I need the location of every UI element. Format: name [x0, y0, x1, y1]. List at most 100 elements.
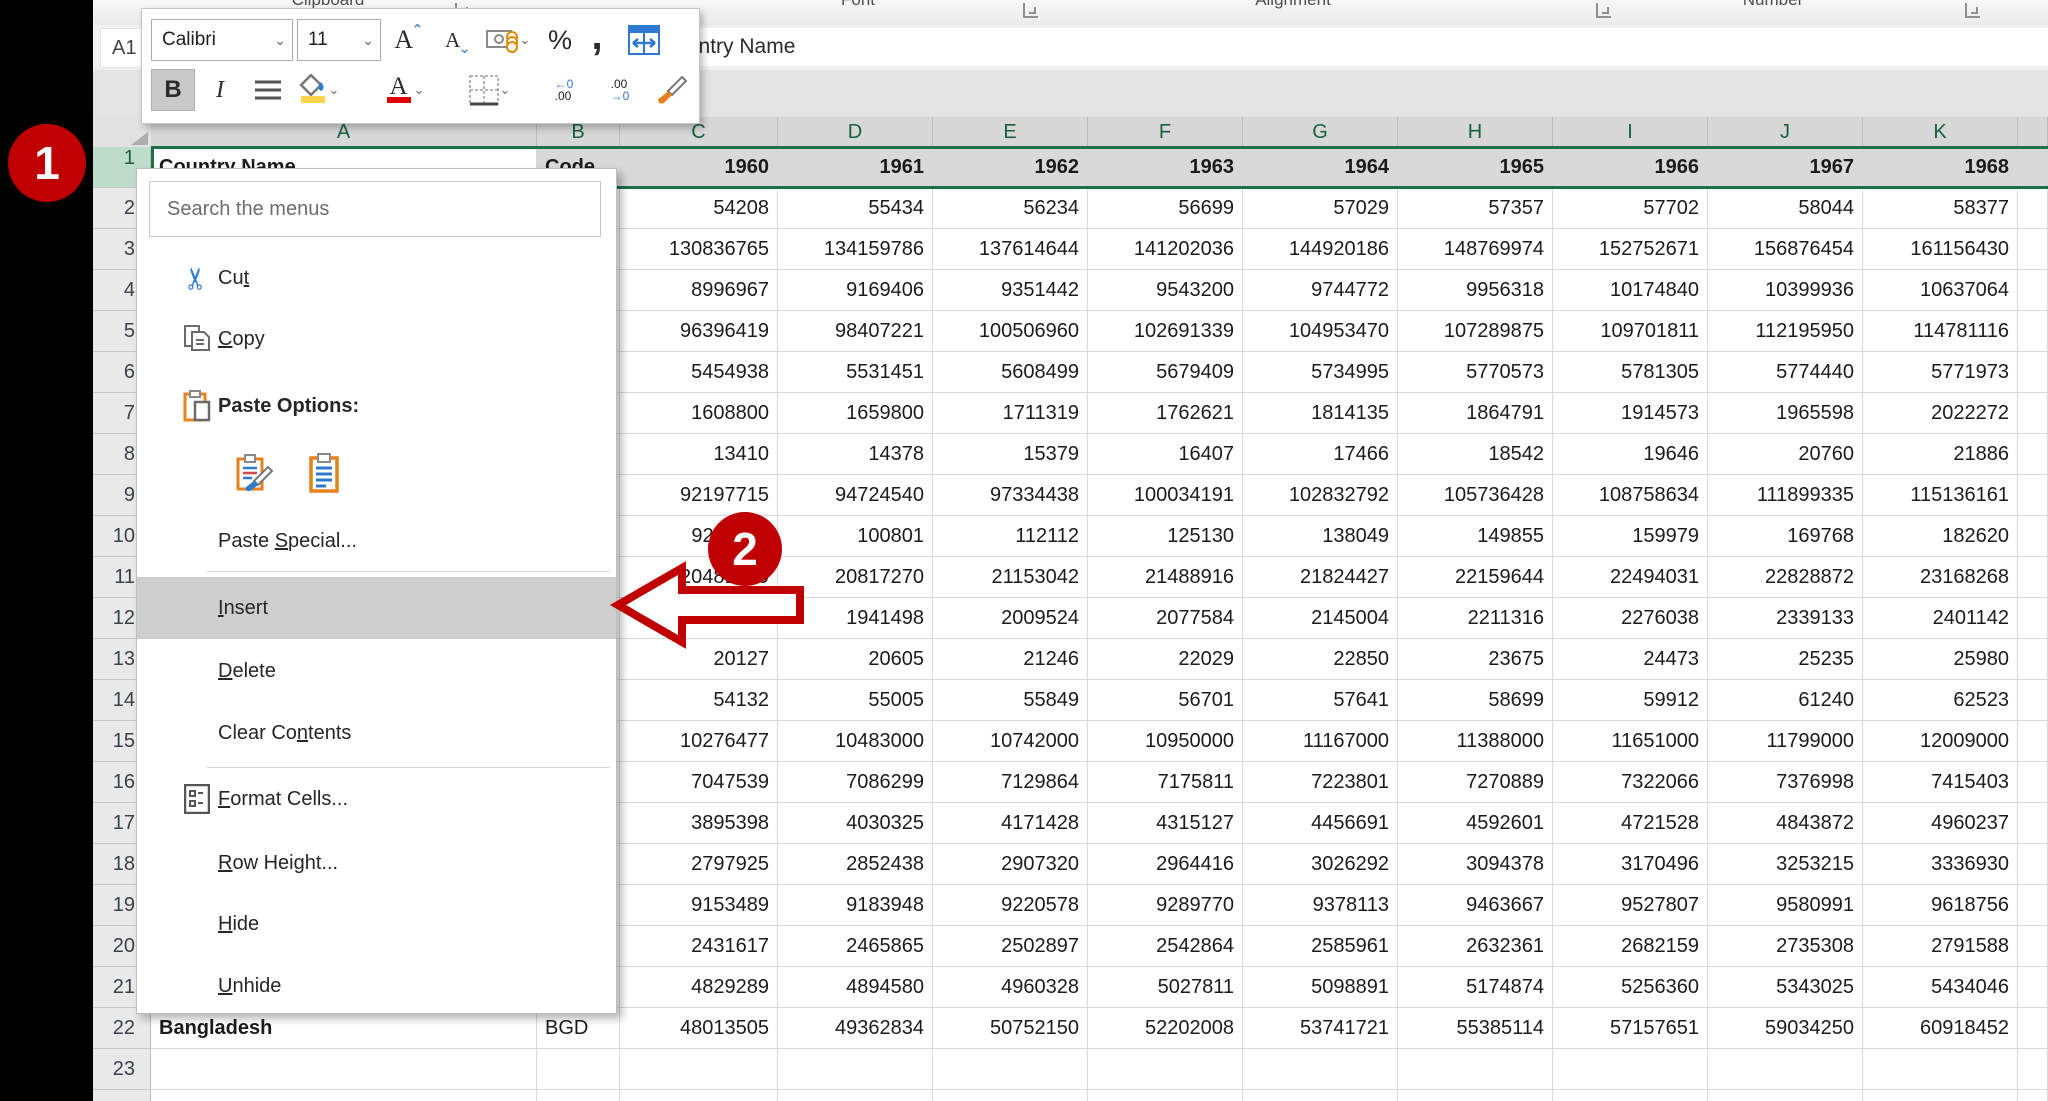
cell-value[interactable] [933, 1090, 1088, 1101]
cell-value[interactable]: 112112 [933, 516, 1088, 557]
cell-value[interactable]: 1814135 [1243, 393, 1398, 434]
menu-item-unhide[interactable]: Unhide [137, 955, 616, 1017]
cell-value[interactable]: 8996967 [620, 270, 778, 311]
cell-value[interactable]: 2791588 [1863, 926, 2018, 967]
comma-style-button[interactable]: , [582, 15, 612, 57]
cell-value[interactable]: 5771973 [1863, 352, 2018, 393]
cell-value[interactable] [1708, 1049, 1863, 1090]
cell-value[interactable]: 4960328 [933, 967, 1088, 1008]
cell-year-header[interactable]: 1965 [1398, 147, 1553, 188]
cell-value[interactable]: 21886 [1863, 434, 2018, 475]
cell-value[interactable]: 62523 [1863, 680, 2018, 721]
cell-value[interactable]: 161156430 [1863, 229, 2018, 270]
cell-value[interactable]: 10174840 [1553, 270, 1708, 311]
chevron-down-icon[interactable]: ⌄ [274, 20, 286, 60]
cell-value[interactable]: 23675 [1398, 639, 1553, 680]
decrease-decimal-button[interactable]: ←0 .00 [538, 69, 590, 111]
cell-value[interactable] [1553, 1049, 1708, 1090]
cell-value[interactable]: 4030325 [778, 803, 933, 844]
cell-value[interactable]: 111899335 [1708, 475, 1863, 516]
cell-country-name[interactable] [151, 1049, 537, 1090]
cell-value[interactable]: 9289770 [1088, 885, 1243, 926]
cell-value[interactable]: 5770573 [1398, 352, 1553, 393]
cell-value[interactable]: 2907320 [933, 844, 1088, 885]
cell-value[interactable]: 54132 [620, 680, 778, 721]
column-header-I[interactable]: I [1553, 117, 1708, 147]
menu-item-delete[interactable]: Delete [137, 640, 616, 702]
cell-partial[interactable] [2018, 967, 2048, 1008]
cell-value[interactable]: 16407 [1088, 434, 1243, 475]
cell-value[interactable]: 22850 [1243, 639, 1398, 680]
cell-value[interactable]: 5027811 [1088, 967, 1243, 1008]
cell-value[interactable]: 7129864 [933, 762, 1088, 803]
increase-decimal-button[interactable]: .00 →0 [594, 69, 646, 111]
column-header-D[interactable]: D [778, 117, 933, 147]
cell-value[interactable] [1398, 1049, 1553, 1090]
cell-value[interactable]: 55385114 [1398, 1008, 1553, 1049]
cell-value[interactable] [933, 1049, 1088, 1090]
chevron-down-icon[interactable]: ⌄ [414, 82, 425, 98]
cell-value[interactable]: 21153042 [933, 557, 1088, 598]
cell-value[interactable]: 4592601 [1398, 803, 1553, 844]
cell-value[interactable]: 57702 [1553, 188, 1708, 229]
cell-value[interactable]: 25235 [1708, 639, 1863, 680]
cell-partial[interactable] [2018, 229, 2048, 270]
cell-value[interactable]: 24473 [1553, 639, 1708, 680]
cell-value[interactable]: 107289875 [1398, 311, 1553, 352]
cell-value[interactable]: 10399936 [1708, 270, 1863, 311]
cell-value[interactable]: 109701811 [1553, 311, 1708, 352]
cell-value[interactable]: 102691339 [1088, 311, 1243, 352]
cell-value[interactable]: 5174874 [1398, 967, 1553, 1008]
cell-value[interactable]: 2465865 [778, 926, 933, 967]
cell-value[interactable]: 159979 [1553, 516, 1708, 557]
cell-value[interactable]: 22159644 [1398, 557, 1553, 598]
cell-value[interactable]: 61240 [1708, 680, 1863, 721]
cell-value[interactable]: 48013505 [620, 1008, 778, 1049]
cell-value[interactable]: 3895398 [620, 803, 778, 844]
cell-value[interactable]: 156876454 [1708, 229, 1863, 270]
cell-partial[interactable] [2018, 803, 2048, 844]
chevron-down-icon[interactable]: ⌄ [520, 32, 531, 48]
cell-year-header[interactable]: 1960 [620, 147, 778, 188]
column-header-H[interactable]: H [1398, 117, 1553, 147]
cell-value[interactable] [620, 1090, 778, 1101]
cell-value[interactable] [1088, 1090, 1243, 1101]
cell-value[interactable]: 15379 [933, 434, 1088, 475]
cell-value[interactable]: 148769974 [1398, 229, 1553, 270]
menu-item-copy[interactable]: Copy [137, 308, 616, 370]
cell-value[interactable]: 2502897 [933, 926, 1088, 967]
cell-value[interactable]: 104953470 [1243, 311, 1398, 352]
menu-item-paste-special[interactable]: Paste Special... [137, 510, 616, 572]
cell-value[interactable]: 9169406 [778, 270, 933, 311]
cell-partial[interactable] [2018, 598, 2048, 639]
font-color-button[interactable]: A ⌄ [380, 69, 428, 111]
cell-value[interactable]: 100801 [778, 516, 933, 557]
cell-year-header[interactable]: 1967 [1708, 147, 1863, 188]
cell-value[interactable]: 11388000 [1398, 721, 1553, 762]
accounting-format-button[interactable]: ⌄ [484, 19, 532, 61]
cell-value[interactable]: 57357 [1398, 188, 1553, 229]
cell-value[interactable]: 2964416 [1088, 844, 1243, 885]
paste-button[interactable] [303, 452, 345, 494]
menu-item-clear-contents[interactable]: Clear Contents [137, 702, 616, 764]
dialog-launcher-icon[interactable] [1023, 3, 1038, 18]
cell-value[interactable]: 22029 [1088, 639, 1243, 680]
cell-value[interactable]: 56701 [1088, 680, 1243, 721]
cell-value[interactable]: 2431617 [620, 926, 778, 967]
cell-value[interactable] [1243, 1049, 1398, 1090]
align-center-button[interactable] [246, 69, 290, 111]
percent-style-button[interactable]: % [540, 19, 580, 61]
cell-value[interactable]: 1965598 [1708, 393, 1863, 434]
cell-value[interactable]: 22494031 [1553, 557, 1708, 598]
cell-year-header[interactable]: 1968 [1863, 147, 2018, 188]
cell-value[interactable]: 100034191 [1088, 475, 1243, 516]
cell-value[interactable]: 7376998 [1708, 762, 1863, 803]
cell-value[interactable]: 20760 [1708, 434, 1863, 475]
cell-value[interactable]: 58044 [1708, 188, 1863, 229]
cell-value[interactable]: 19646 [1553, 434, 1708, 475]
cell-value[interactable]: 5454938 [620, 352, 778, 393]
cell-value[interactable]: 25980 [1863, 639, 2018, 680]
borders-button[interactable]: ⌄ [464, 69, 514, 111]
cell-partial[interactable] [2018, 557, 2048, 598]
menu-item-hide[interactable]: Hide [137, 893, 616, 955]
